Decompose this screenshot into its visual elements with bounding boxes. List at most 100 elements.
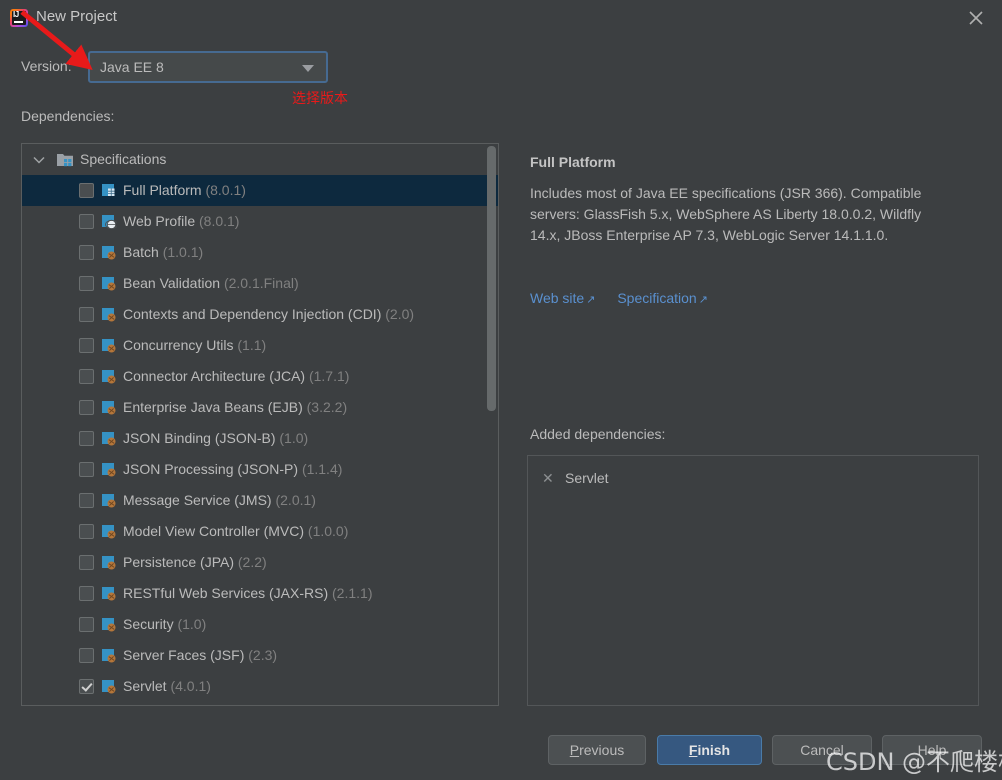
- dependency-checkbox[interactable]: [79, 555, 94, 570]
- tree-row[interactable]: Enterprise Java Beans (EJB) (3.2.2): [22, 392, 498, 423]
- version-dropdown[interactable]: Java EE 8: [88, 51, 328, 83]
- annotation-note-select-version: 选择版本: [292, 91, 348, 107]
- java-spec-icon: [102, 525, 116, 539]
- tree-row[interactable]: Bean Validation (2.0.1.Final): [22, 268, 498, 299]
- dependency-checkbox[interactable]: [79, 648, 94, 663]
- dependency-checkbox[interactable]: [79, 679, 94, 694]
- dependency-checkbox[interactable]: [79, 183, 94, 198]
- dependency-label: Persistence (JPA) (2.2): [123, 554, 267, 570]
- dependencies-tree-panel[interactable]: Specifications Full Platform (8.0.1) Web …: [21, 143, 499, 706]
- tree-row[interactable]: Connector Architecture (JCA) (1.7.1): [22, 361, 498, 392]
- dependency-checkbox[interactable]: [79, 214, 94, 229]
- added-dependency-item[interactable]: ✕ Servlet: [528, 465, 978, 491]
- java-spec-icon: [102, 556, 116, 570]
- dependency-checkbox[interactable]: [79, 524, 94, 539]
- dependency-label: Full Platform (8.0.1): [123, 182, 246, 198]
- specifications-folder-icon: [57, 154, 73, 167]
- java-spec-icon: [102, 587, 116, 601]
- dependency-label: JSON Processing (JSON-P) (1.1.4): [123, 461, 343, 477]
- java-spec-icon: [102, 680, 116, 694]
- tree-group-label: Specifications: [80, 151, 167, 167]
- full-platform-icon: [102, 184, 115, 196]
- dependency-label: Bean Validation (2.0.1.Final): [123, 275, 299, 291]
- java-spec-icon: [102, 463, 116, 477]
- tree-row[interactable]: Server Faces (JSF) (2.3): [22, 640, 498, 671]
- dependencies-tree: Specifications Full Platform (8.0.1) Web …: [22, 144, 498, 705]
- specification-link[interactable]: Specification ↗: [617, 290, 708, 306]
- tree-row[interactable]: Model View Controller (MVC) (1.0.0): [22, 516, 498, 547]
- dependency-label: Server Faces (JSF) (2.3): [123, 647, 278, 663]
- java-spec-icon: [102, 308, 116, 322]
- tree-row[interactable]: RESTful Web Services (JAX-RS) (2.1.1): [22, 578, 498, 609]
- tree-row[interactable]: Concurrency Utils (1.1): [22, 330, 498, 361]
- dependency-checkbox[interactable]: [79, 307, 94, 322]
- tree-row[interactable]: Contexts and Dependency Injection (CDI) …: [22, 299, 498, 330]
- tree-row[interactable]: Web Profile (8.0.1): [22, 206, 498, 237]
- tree-row[interactable]: Batch (1.0.1): [22, 237, 498, 268]
- java-spec-icon: [102, 432, 116, 446]
- dependency-label: Connector Architecture (JCA) (1.7.1): [123, 368, 350, 384]
- tree-row[interactable]: Security (1.0): [22, 609, 498, 640]
- tree-scrollbar-thumb[interactable]: [487, 146, 496, 411]
- dependency-checkbox[interactable]: [79, 276, 94, 291]
- finish-button[interactable]: Finish: [657, 735, 762, 765]
- dependency-checkbox[interactable]: [79, 617, 94, 632]
- added-dependency-name: Servlet: [565, 470, 609, 486]
- dependency-checkbox[interactable]: [79, 369, 94, 384]
- web-site-link[interactable]: Web site ↗: [530, 290, 595, 306]
- close-icon[interactable]: [964, 6, 988, 30]
- cancel-button[interactable]: Cancel: [772, 735, 872, 765]
- dependency-label: Contexts and Dependency Injection (CDI) …: [123, 306, 415, 322]
- dialog-titlebar: New Project: [0, 0, 1002, 36]
- external-link-icon: ↗: [698, 294, 708, 306]
- dependency-checkbox[interactable]: [79, 431, 94, 446]
- dependency-label: Model View Controller (MVC) (1.0.0): [123, 523, 349, 539]
- dependency-checkbox[interactable]: [79, 493, 94, 508]
- tree-row[interactable]: Servlet (4.0.1): [22, 671, 498, 702]
- dependencies-label: Dependencies:: [21, 108, 115, 124]
- dependency-label: RESTful Web Services (JAX-RS) (2.1.1): [123, 585, 373, 601]
- detail-title: Full Platform: [530, 154, 616, 170]
- tree-row[interactable]: JSON Processing (JSON-P) (1.1.4): [22, 454, 498, 485]
- java-spec-icon: [102, 618, 116, 632]
- java-spec-icon: [102, 649, 116, 663]
- java-spec-icon: [102, 494, 116, 508]
- added-dependencies-panel[interactable]: ✕ Servlet: [527, 455, 979, 706]
- dependency-label: Enterprise Java Beans (EJB) (3.2.2): [123, 399, 348, 415]
- tree-scrollbar[interactable]: [487, 146, 496, 705]
- detail-description: Includes most of Java EE specifications …: [530, 185, 922, 243]
- dependency-label: Batch (1.0.1): [123, 244, 204, 260]
- java-spec-icon: [102, 370, 116, 384]
- dependency-checkbox[interactable]: [79, 462, 94, 477]
- dependency-label: Web Profile (8.0.1): [123, 213, 240, 229]
- tree-row[interactable]: Message Service (JMS) (2.0.1): [22, 485, 498, 516]
- java-spec-icon: [102, 401, 116, 415]
- dependency-checkbox[interactable]: [79, 245, 94, 260]
- added-dependencies-label: Added dependencies:: [530, 426, 666, 442]
- java-spec-icon: [102, 246, 116, 260]
- dependency-checkbox[interactable]: [79, 586, 94, 601]
- tree-row[interactable]: JSON Binding (JSON-B) (1.0): [22, 423, 498, 454]
- java-spec-icon: [102, 277, 116, 291]
- dependency-label: Servlet (4.0.1): [123, 678, 211, 694]
- dependency-label: Concurrency Utils (1.1): [123, 337, 267, 353]
- tree-group-specifications[interactable]: Specifications: [22, 144, 498, 175]
- chevron-down-icon: [302, 65, 314, 72]
- detail-links: Web site ↗ Specification ↗: [530, 290, 726, 306]
- tree-row[interactable]: Persistence (JPA) (2.2): [22, 547, 498, 578]
- remove-dependency-icon[interactable]: ✕: [542, 465, 554, 491]
- java-spec-icon: [102, 339, 116, 353]
- external-link-icon: ↗: [586, 294, 596, 306]
- tree-row[interactable]: Full Platform (8.0.1): [22, 175, 498, 206]
- dialog-title: New Project: [36, 8, 117, 25]
- previous-button[interactable]: Previous: [548, 735, 646, 765]
- version-label: Version:: [21, 58, 72, 74]
- intellij-idea-logo-icon: [10, 9, 28, 27]
- chevron-down-icon[interactable]: [33, 155, 45, 165]
- dependency-checkbox[interactable]: [79, 400, 94, 415]
- dependency-label: JSON Binding (JSON-B) (1.0): [123, 430, 309, 446]
- web-profile-icon: [102, 215, 117, 229]
- help-button[interactable]: Help: [882, 735, 982, 765]
- version-dropdown-value: Java EE 8: [100, 59, 164, 75]
- dependency-checkbox[interactable]: [79, 338, 94, 353]
